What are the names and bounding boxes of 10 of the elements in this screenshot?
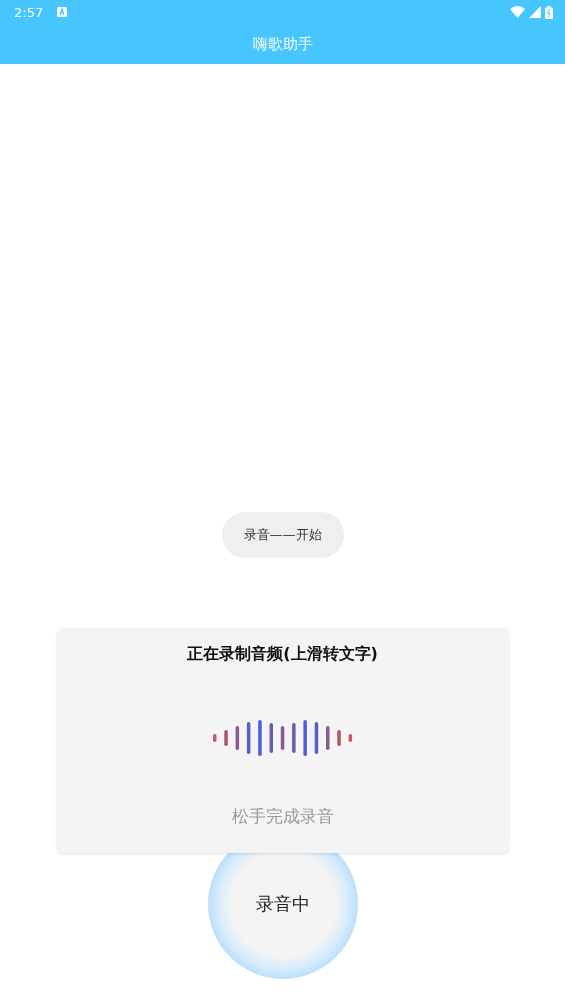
wifi-icon (510, 6, 525, 18)
toast-message: 录音——开始 (221, 512, 344, 558)
battery-icon (545, 5, 553, 19)
notification-icon (57, 7, 68, 17)
release-hint: 松手完成录音 (231, 805, 334, 828)
app-title: 嗨歌助手 (252, 34, 313, 54)
status-time: 2:57 (14, 4, 44, 20)
panel-title: 正在录制音频(上滑转文字) (187, 644, 378, 665)
signal-icon (529, 6, 541, 18)
sound-wave-icon (212, 719, 353, 757)
